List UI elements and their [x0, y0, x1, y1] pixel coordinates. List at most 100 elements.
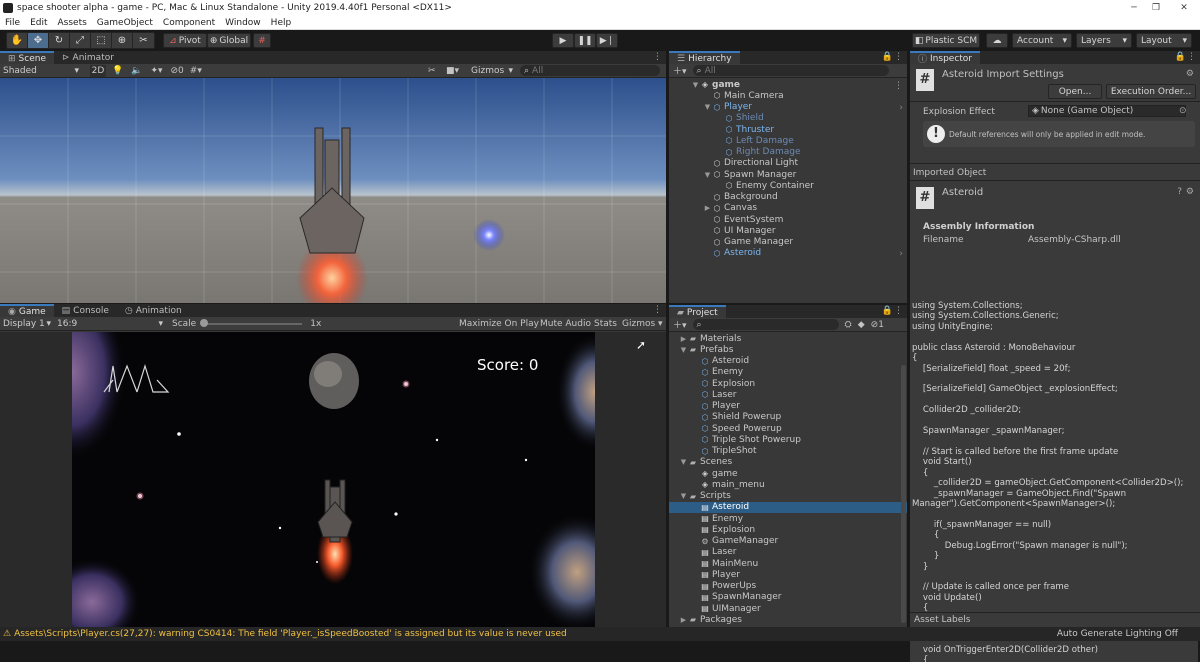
account-dropdown[interactable]: Account ▾ — [1012, 33, 1072, 48]
tree-row[interactable]: ⬡ Explosion — [669, 378, 907, 389]
tree-row[interactable]: ◈ game — [669, 468, 907, 479]
step-button[interactable]: ▶❘ — [596, 33, 618, 48]
tree-row[interactable]: ⬡ Shield Powerup — [669, 412, 907, 423]
game-viewport[interactable]: Score: 0 — [72, 332, 595, 627]
tab-scene[interactable]: ⊞ Scene — [0, 51, 54, 64]
effects-icon[interactable]: ✦▾ — [150, 66, 162, 76]
tree-row[interactable]: ▼ ▰ Scripts — [669, 491, 907, 502]
hidden-objects-icon[interactable]: ⊘0 — [171, 66, 184, 76]
cloud-button[interactable]: ☁ — [986, 33, 1008, 48]
hand-tool-icon[interactable]: ✋ — [7, 33, 28, 48]
tab-project[interactable]: ▰ Project — [669, 305, 726, 318]
execution-order-button[interactable]: Execution Order... — [1106, 84, 1196, 99]
tree-row[interactable]: ▶ ▰ Materials — [669, 333, 907, 344]
stats-toggle[interactable]: Stats — [594, 319, 617, 329]
tree-row[interactable]: ⬡ Main Camera — [669, 90, 907, 101]
tree-row[interactable]: ⬡ EventSystem — [669, 214, 907, 225]
tree-row[interactable]: ⬡ Triple Shot Powerup — [669, 434, 907, 445]
aspect-dropdown[interactable]: 16:9 ▾ — [54, 318, 166, 330]
tree-row[interactable]: ▼ ▰ Scenes — [669, 457, 907, 468]
tree-row[interactable]: ⬡ Enemy Container — [669, 180, 907, 191]
tree-row[interactable]: ▼ ◈ game — [669, 79, 907, 90]
project-search-input[interactable]: ⌕ — [692, 319, 839, 330]
filter-label-icon[interactable]: ◆ — [858, 320, 865, 330]
scene-menu-icon[interactable]: ⋮ — [894, 81, 903, 91]
project-scrollbar[interactable] — [901, 365, 906, 623]
panel-menu-icon[interactable]: ⋮ — [894, 306, 903, 316]
maximize-button[interactable]: ❐ — [1142, 0, 1170, 16]
layout-dropdown[interactable]: Layout ▾ — [1136, 33, 1192, 48]
settings-gear-icon[interactable]: ⚙ — [1186, 187, 1194, 197]
plastic-scm-button[interactable]: ◧ Plastic SCM — [912, 33, 980, 48]
expand-arrow-icon[interactable]: ▼ — [679, 492, 688, 500]
menu-file[interactable]: File — [0, 18, 25, 28]
add-icon[interactable]: ＋▾ — [673, 64, 687, 77]
tab-game[interactable]: ◉ Game — [0, 304, 54, 317]
expand-arrow-icon[interactable]: ▼ — [703, 103, 712, 111]
expand-arrow-icon[interactable]: ▶ — [703, 204, 712, 212]
tree-row[interactable]: ▼ ⬡ Spawn Manager — [669, 169, 907, 180]
lighting-icon[interactable]: 💡 — [112, 66, 123, 76]
scale-slider[interactable] — [200, 318, 303, 327]
tree-row[interactable]: ▼ ▰ Prefabs — [669, 344, 907, 355]
expand-arrow-icon[interactable]: ▼ — [691, 81, 700, 89]
scene-viewport[interactable] — [0, 78, 666, 303]
tools-icon[interactable]: ✂ — [428, 66, 436, 76]
tree-row[interactable]: ⬡ TripleShot — [669, 446, 907, 457]
settings-gear-icon[interactable]: ⚙ — [1186, 69, 1194, 79]
snap-button[interactable]: # — [253, 33, 271, 48]
tree-row[interactable]: ▤ Player — [669, 569, 907, 580]
panel-menu-icon[interactable]: ⋮ — [653, 52, 662, 62]
tree-row[interactable]: ⬡ UI Manager — [669, 225, 907, 236]
scale-slider-handle[interactable] — [200, 318, 209, 327]
tree-row[interactable]: ⬡ Laser — [669, 389, 907, 400]
close-button[interactable]: ✕ — [1170, 0, 1198, 16]
lock-icon[interactable]: 🔒 — [882, 52, 893, 62]
panel-menu-icon[interactable]: ⋮ — [653, 305, 662, 315]
open-button[interactable]: Open... — [1048, 84, 1102, 99]
display-dropdown[interactable]: Display 1 ▾ — [0, 318, 54, 330]
tab-hierarchy[interactable]: ☰ Hierarchy — [669, 51, 740, 64]
console-warning-message[interactable]: Assets\Scripts\Player.cs(27,27): warning… — [14, 629, 567, 639]
audio-icon[interactable]: 🔈 — [131, 66, 142, 76]
maximize-on-play-toggle[interactable]: Maximize On Play — [459, 319, 539, 329]
lock-icon[interactable]: 🔒 — [1175, 52, 1186, 62]
tree-row[interactable]: ▤ Enemy — [669, 513, 907, 524]
tree-row[interactable]: ⬡ Thruster — [669, 124, 907, 135]
camera-icon[interactable]: ■▾ — [446, 66, 459, 76]
filter-type-icon[interactable]: ⛭ — [845, 320, 852, 330]
tree-row[interactable]: ⬡ Shield — [669, 113, 907, 124]
panel-menu-icon[interactable]: ⋮ — [1187, 52, 1196, 62]
menu-window[interactable]: Window — [220, 18, 266, 28]
prefab-open-icon[interactable]: › — [899, 103, 903, 113]
layers-dropdown[interactable]: Layers ▾ — [1076, 33, 1132, 48]
gizmos-dropdown[interactable]: Gizmos ▾ — [468, 65, 516, 77]
grid-icon[interactable]: #▾ — [190, 66, 202, 76]
add-icon[interactable]: ＋▾ — [673, 318, 687, 331]
expand-arrow-icon[interactable]: ▼ — [679, 346, 688, 354]
tree-row[interactable]: ▤ Explosion — [669, 524, 907, 535]
tree-row[interactable]: ▤ PowerUps — [669, 581, 907, 592]
object-picker-icon[interactable]: ⊙ — [1179, 106, 1187, 116]
move-tool-icon[interactable]: ✥ — [28, 33, 49, 48]
expand-arrow-icon[interactable]: ▼ — [703, 171, 712, 179]
tree-row[interactable]: ▤ MainMenu — [669, 558, 907, 569]
tree-row[interactable]: ⬡ Player — [669, 401, 907, 412]
tab-console[interactable]: ▤ Console — [54, 304, 117, 317]
tree-row[interactable]: ▶ ⬡ Canvas — [669, 203, 907, 214]
expand-arrow-icon[interactable]: ▶ — [679, 616, 688, 624]
tree-row[interactable]: ▶ ▰ Packages — [669, 614, 907, 625]
tree-row[interactable]: ⬡ Left Damage — [669, 135, 907, 146]
tree-row[interactable]: ▤ Laser — [669, 547, 907, 558]
panel-menu-icon[interactable]: ⋮ — [894, 52, 903, 62]
prefab-open-icon[interactable]: › — [899, 249, 903, 259]
tree-row[interactable]: ⬡ Speed Powerup — [669, 423, 907, 434]
lock-icon[interactable]: 🔒 — [882, 306, 893, 316]
menu-gameobject[interactable]: GameObject — [92, 18, 158, 28]
tree-row[interactable]: ▤ Asteroid — [669, 501, 907, 513]
tree-row[interactable]: ⚙ GameManager — [669, 536, 907, 547]
tree-row[interactable]: ⬡ Right Damage — [669, 147, 907, 158]
tree-row[interactable]: ▼ ⬡ Player — [669, 102, 907, 113]
game-gizmos-dropdown[interactable]: Gizmos ▾ — [622, 319, 663, 329]
rotate-tool-icon[interactable]: ↻ — [49, 33, 70, 48]
